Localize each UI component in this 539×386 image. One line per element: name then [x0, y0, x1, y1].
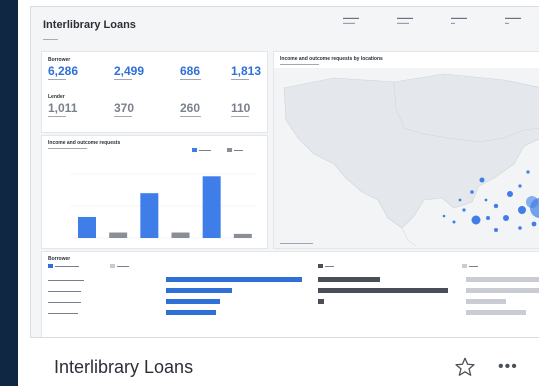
chart-bar-series-2-2 [171, 232, 190, 238]
chart-bar-series-1-3 [202, 176, 221, 238]
star-outline-icon[interactable] [454, 356, 476, 378]
kpi-lender-2: 370 ▬▬▬▬▬▬ [114, 101, 135, 118]
row-bar-1b [318, 277, 380, 282]
row-bar-2b [318, 288, 448, 293]
chart-subtitle: ▬▬▬▬▬▬▬▬▬▬▬▬▬ [48, 146, 87, 150]
lender-label: Lender [48, 94, 65, 100]
header-stat: ▬▬▬▬ ▬ [451, 15, 467, 25]
row-bar-4c [466, 310, 526, 315]
svg-text:▬▬▬▬▬▬▬▬▬▬▬: ▬▬▬▬▬▬▬▬▬▬▬ [280, 241, 313, 245]
table-row: ▬▬▬▬▬▬▬▬▬▬▬ [48, 300, 81, 304]
legend-swatch-other [110, 264, 115, 268]
table-label: Borrower [48, 256, 71, 262]
report-thumbnail[interactable]: Interlibrary Loans ▬▬▬▬ ▬▬▬ ▬▬▬▬ ▬▬▬ ▬▬▬▬ ▬… [30, 6, 539, 338]
legend-swatch-received [48, 264, 53, 268]
legend-swatch-unfilled [462, 264, 467, 268]
row-bar-1c [466, 277, 539, 282]
legend-swatch-filled [318, 264, 323, 268]
row-bar-3c [466, 299, 506, 304]
report-card[interactable]: Interlibrary Loans ▬▬▬▬ ▬▬▬ ▬▬▬▬ ▬▬▬ ▬▬▬▬ ▬… [18, 0, 539, 386]
kpi-borrower-3: 686 ▬▬▬▬▬▬▬ [180, 64, 201, 81]
chart-bar-series-2-3 [233, 233, 252, 238]
table-row: ▬▬▬▬▬▬▬▬▬▬ [48, 311, 78, 315]
legend-label-unfilled: ▬▬▬ [469, 264, 478, 268]
header-stat: ▬▬▬▬ ▬▬▬ [343, 15, 359, 25]
kpi-lender-1: 1,011 ▬▬▬▬▬▬ [48, 101, 78, 118]
row-bar-2c [466, 288, 539, 293]
legend-label-received: ▬▬▬▬▬▬▬▬ [55, 264, 79, 268]
legend-label-filled: ▬▬▬ [325, 264, 334, 268]
map-panel[interactable]: Income and outcome requests by locations… [273, 51, 539, 249]
more-horizontal-icon[interactable]: ••• [498, 358, 518, 376]
legend-label-other: ▬▬▬▬ [117, 264, 129, 268]
header-stat: ▬▬▬▬ ▬▬▬ [397, 15, 413, 25]
requests-chart-panel: Income and outcome requests ▬▬▬▬▬▬▬▬▬▬▬▬… [41, 135, 268, 249]
borrower-label: Borrower [48, 57, 71, 63]
borrower-table-panel: Borrower ▬▬▬▬▬▬▬▬ ▬▬▬▬ ▬▬▬ ▬▬▬ ▬▬▬▬▬▬▬▬▬… [41, 251, 539, 337]
chart-bar-series-2-1 [109, 232, 128, 238]
kpi-borrower-2: 2,499 ▬▬▬▬▬▬ [114, 64, 145, 81]
legend-label-lender: ▬▬▬ [234, 148, 243, 152]
bar-chart [70, 173, 257, 239]
header-stat: ▬▬▬▬ ▬ [505, 15, 521, 25]
kpi-borrower-4: 1,813 ▬▬▬▬▬▬ [231, 64, 262, 81]
kpi-lender-4: 110 ▬▬▬▬▬▬ [231, 101, 251, 118]
row-bar-3b [318, 299, 324, 304]
dashboard-subtitle: ▬▬▬▬▬ [43, 37, 58, 41]
chart-bar-series-1-2 [140, 193, 159, 238]
kpi-lender-3: 260 ▬▬▬▬▬▬▬ [180, 101, 201, 118]
report-title[interactable]: Interlibrary Loans [54, 357, 193, 378]
table-row: ▬▬▬▬▬▬▬▬▬▬▬▬ [48, 278, 84, 282]
row-bar-2 [166, 288, 232, 293]
chart-bar-series-1-1 [78, 216, 96, 238]
kpi-borrower-1: 6,286 ▬▬▬▬▬▬ [48, 64, 79, 81]
table-row: ▬▬▬▬▬▬▬▬▬▬▬ [48, 289, 81, 293]
row-bar-4 [166, 310, 216, 315]
legend-swatch-borrower [192, 148, 197, 152]
row-bar-1 [166, 277, 302, 282]
dashboard-title: Interlibrary Loans [43, 19, 136, 31]
row-bar-3 [166, 299, 220, 304]
kpi-panel: Borrower 6,286 ▬▬▬▬▬▬ 2,499 ▬▬▬▬▬▬ 686 ▬▬▬▬… [41, 51, 268, 133]
legend-label-borrower: ▬▬▬▬ [199, 148, 211, 152]
map-subtitle: ▬▬▬▬▬▬▬▬▬▬▬▬▬ [280, 62, 319, 66]
legend-swatch-lender [227, 148, 232, 152]
north-america-map[interactable]: ▬▬▬▬▬▬▬▬▬▬▬ [274, 68, 539, 248]
